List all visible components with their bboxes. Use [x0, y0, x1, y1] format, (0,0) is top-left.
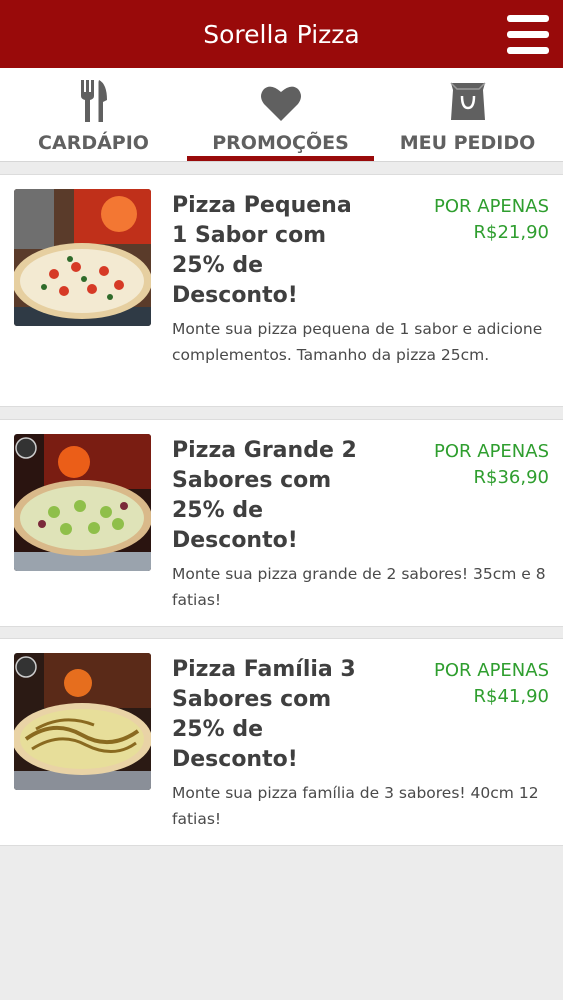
app-bar: Sorella Pizza	[0, 0, 563, 68]
price-label: POR APENAS	[434, 441, 549, 462]
promotion-description: Monte sua pizza grande de 2 sabores! 35c…	[172, 565, 546, 609]
promotion-card[interactable]: Pizza Grande 2 Sabores com 25% de Descon…	[0, 419, 563, 627]
tab-promocoes[interactable]: PROMOÇÕES	[187, 68, 374, 162]
hamburger-menu-icon[interactable]	[505, 15, 551, 55]
price-value: R$41,90	[473, 686, 550, 707]
promotion-title: Pizza Grande 2 Sabores com 25% de Descon…	[172, 438, 357, 553]
price-label: POR APENAS	[434, 196, 549, 217]
promotion-card[interactable]: Pizza Família 3 Sabores com 25% de Desco…	[0, 638, 563, 846]
tab-bar: CARDÁPIO PROMOÇÕES MEU PEDIDO	[0, 68, 563, 162]
tab-meu-pedido[interactable]: MEU PEDIDO	[374, 68, 561, 162]
pizza-image	[14, 434, 151, 571]
price-value: R$36,90	[473, 467, 550, 488]
pizza-image	[14, 189, 151, 326]
pizza-image	[14, 653, 151, 790]
promotion-card[interactable]: Pizza Pequena 1 Sabor com 25% de Descont…	[0, 174, 563, 407]
active-tab-indicator	[187, 156, 374, 161]
tab-cardapio[interactable]: CARDÁPIO	[0, 68, 187, 162]
price-label: POR APENAS	[434, 660, 549, 681]
price-value: R$21,90	[473, 222, 550, 243]
heart-icon	[260, 86, 301, 121]
tab-label: MEU PEDIDO	[399, 132, 536, 154]
promotion-title: Pizza Família 3 Sabores com 25% de Desco…	[172, 657, 356, 772]
promotion-title: Pizza Pequena 1 Sabor com 25% de Descont…	[172, 193, 352, 308]
tab-label: CARDÁPIO	[38, 132, 149, 154]
promotion-description: Monte sua pizza família de 3 sabores! 40…	[172, 784, 539, 828]
tab-label: PROMOÇÕES	[212, 132, 349, 154]
fork-knife-icon	[80, 80, 107, 122]
app-title: Sorella Pizza	[203, 20, 360, 49]
promotion-description: Monte sua pizza pequena de 1 sabor e adi…	[172, 320, 543, 364]
shopping-bag-icon	[449, 82, 486, 120]
